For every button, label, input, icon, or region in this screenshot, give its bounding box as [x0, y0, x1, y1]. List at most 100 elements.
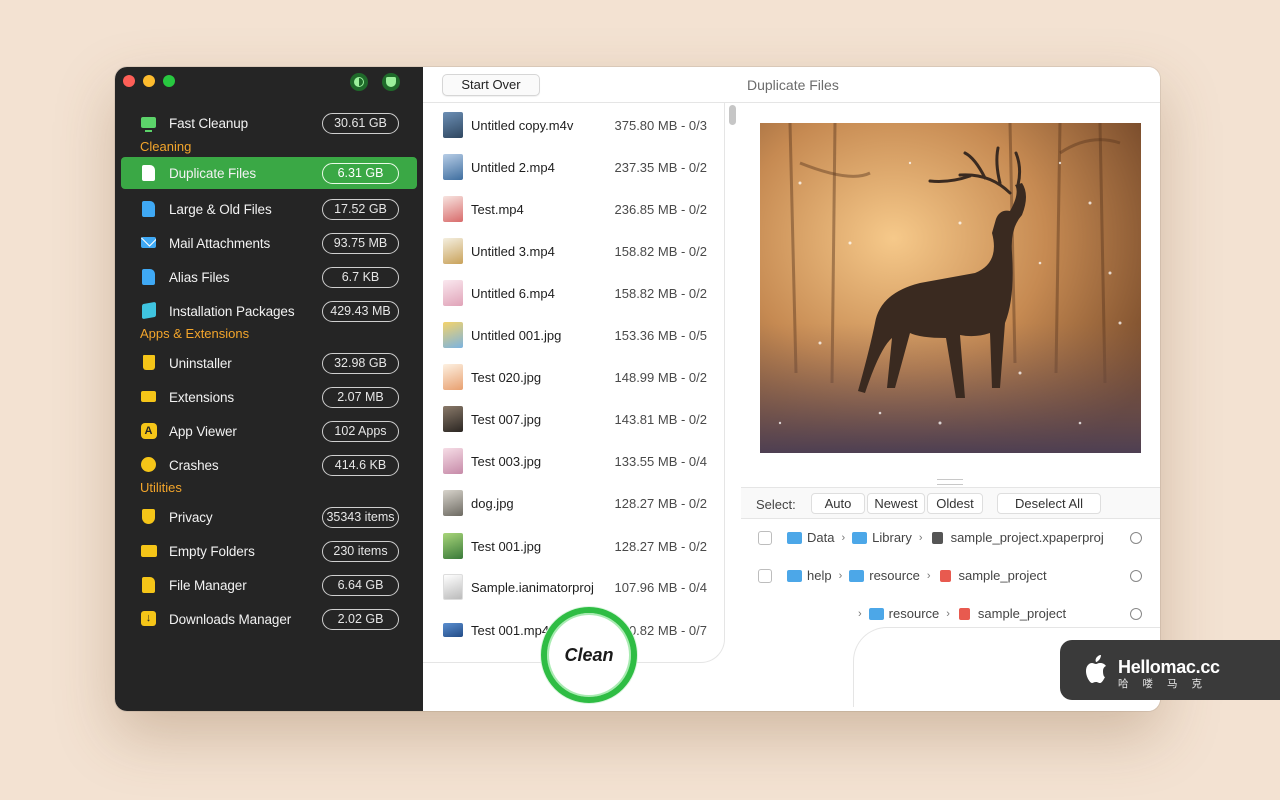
download-icon: ↓	[140, 610, 157, 627]
trash-icon	[140, 354, 157, 371]
zoom-window-button[interactable]	[163, 75, 175, 87]
select-label: Select:	[756, 497, 796, 512]
minimize-window-button[interactable]	[143, 75, 155, 87]
file-size: 237.35 MB - 0/2	[614, 160, 708, 175]
select-auto-button[interactable]: Auto	[811, 493, 865, 514]
duplicate-path-row[interactable]: help › resource › sample_project	[741, 557, 1160, 595]
apple-logo-icon	[1086, 655, 1106, 683]
sidebar-item-label: File Manager	[169, 577, 247, 593]
window-controls	[123, 75, 175, 87]
sidebar-item-installation-packages[interactable]: Installation Packages 429.43 MB	[121, 295, 417, 327]
watermark-title: Hellomac.cc	[1118, 657, 1220, 677]
file-thumbnail	[443, 364, 463, 390]
image-preview	[760, 123, 1141, 453]
sidebar-item-mail-attachments[interactable]: Mail Attachments 93.75 MB	[121, 227, 417, 259]
select-newest-button[interactable]: Newest	[867, 493, 925, 514]
list-item[interactable]: Sample.ianimatorproj 107.96 MB - 0/4	[423, 567, 724, 607]
clean-button-label: Clean	[564, 644, 614, 665]
sidebar-item-label: Extensions	[169, 389, 235, 405]
list-item[interactable]: Test 020.jpg 148.99 MB - 0/2	[423, 357, 724, 397]
list-item[interactable]: Untitled 6.mp4 158.82 MB - 0/2	[423, 273, 724, 313]
project-file-icon	[931, 531, 943, 544]
file-size: 375.80 MB - 0/3	[614, 118, 708, 133]
package-icon	[140, 301, 157, 320]
list-scrollbar[interactable]	[729, 105, 736, 125]
select-oldest-button[interactable]: Oldest	[927, 493, 983, 514]
sidebar-item-privacy[interactable]: Privacy 35343 items	[121, 501, 417, 533]
select-checkbox[interactable]	[758, 569, 772, 583]
sidebar-item-crashes[interactable]: Crashes 414.6 KB	[121, 449, 417, 481]
list-item[interactable]: Test 001.jpg 128.27 MB - 0/2	[423, 526, 724, 566]
chevron-right-icon: ›	[858, 607, 862, 620]
sidebar-item-app-viewer[interactable]: A App Viewer 102 Apps	[121, 415, 417, 447]
file-name: Test.mp4	[471, 202, 524, 217]
file-size: 158.82 MB - 0/2	[614, 286, 708, 301]
deselect-all-button[interactable]: Deselect All	[997, 493, 1101, 514]
titlebar: Start Over Duplicate Files	[423, 67, 1160, 103]
file-size: 143.81 MB - 0/2	[614, 412, 708, 427]
chevron-right-icon: ›	[841, 531, 846, 544]
chevron-right-icon: ›	[838, 569, 843, 582]
sidebar-item-empty-folders[interactable]: Empty Folders 230 items	[121, 535, 417, 567]
file-size: 107.96 MB - 0/4	[614, 580, 708, 595]
reveal-in-finder-icon[interactable]	[1130, 570, 1142, 582]
sidebar-item-label: Uninstaller	[169, 355, 232, 371]
clean-button[interactable]: Clean	[541, 607, 637, 703]
list-item[interactable]: Test.mp4 236.85 MB - 0/2	[423, 189, 724, 229]
reveal-in-finder-icon[interactable]	[1130, 532, 1142, 544]
list-item[interactable]: Untitled 3.mp4 158.82 MB - 0/2	[423, 231, 724, 271]
breadcrumb: › resource › sample_project	[851, 606, 1066, 621]
sidebar-item-large-old-files[interactable]: Large & Old Files 17.52 GB	[121, 193, 417, 225]
file-name: Test 003.jpg	[471, 454, 542, 469]
start-over-button[interactable]: Start Over	[442, 74, 540, 96]
theme-toggle-icon[interactable]	[350, 73, 368, 91]
file-thumbnail	[443, 280, 463, 306]
section-heading-cleaning: Cleaning	[140, 139, 192, 154]
sidebar-item-label: Installation Packages	[169, 303, 295, 319]
pane-resize-handle[interactable]	[937, 479, 963, 485]
breadcrumb-folder: resource	[869, 568, 920, 583]
list-item[interactable]: Test 007.jpg 143.81 MB - 0/2	[423, 399, 724, 439]
duplicate-file-list[interactable]: Untitled copy.m4v 375.80 MB - 0/3 Untitl…	[423, 103, 725, 663]
sidebar-item-size: 429.43 MB	[322, 300, 399, 322]
sidebar-item-duplicate-files[interactable]: Duplicate Files 6.31 GB	[121, 157, 417, 189]
sidebar-item-file-manager[interactable]: File Manager 6.64 GB	[121, 569, 417, 601]
protection-icon[interactable]	[382, 73, 400, 91]
file-thumbnail	[443, 574, 463, 600]
monitor-icon	[140, 114, 157, 132]
list-item[interactable]: Test 003.jpg 133.55 MB - 0/4	[423, 441, 724, 481]
list-item[interactable]: Untitled 001.jpg 153.36 MB - 0/5	[423, 315, 724, 355]
preview-pane	[741, 103, 1160, 487]
breadcrumb-file: sample_project	[958, 568, 1047, 583]
breadcrumb-file: sample_project.xpaperproj	[950, 530, 1104, 545]
breadcrumb: Data › Library › sample_project.xpaperpr…	[787, 530, 1104, 545]
file-thumbnail	[443, 623, 463, 637]
breadcrumb-folder: resource	[888, 606, 940, 621]
sidebar-item-uninstaller[interactable]: Uninstaller 32.98 GB	[121, 347, 417, 379]
close-window-button[interactable]	[123, 75, 135, 87]
sidebar-item-size: 35343 items	[322, 506, 399, 528]
file-thumbnail	[443, 406, 463, 432]
list-item[interactable]: Untitled 2.mp4 237.35 MB - 0/2	[423, 147, 724, 187]
file-size: 133.55 MB - 0/4	[614, 454, 708, 469]
list-item[interactable]: dog.jpg 128.27 MB - 0/2	[423, 483, 724, 523]
list-item[interactable]: Untitled copy.m4v 375.80 MB - 0/3	[423, 105, 724, 145]
duplicate-path-row[interactable]: Data › Library › sample_project.xpaperpr…	[741, 519, 1160, 557]
sidebar-item-size: 414.6 KB	[322, 454, 399, 476]
window-title: Duplicate Files	[747, 77, 839, 93]
watermark-subtitle: 哈喽马克	[1118, 678, 1216, 690]
sidebar-item-extensions[interactable]: Extensions 2.07 MB	[121, 381, 417, 413]
file-size: 128.27 MB - 0/2	[614, 496, 708, 511]
sidebar-item-downloads-manager[interactable]: ↓ Downloads Manager 2.02 GB	[121, 603, 417, 635]
sidebar-item-label: Large & Old Files	[169, 201, 272, 217]
file-size: 90.82 MB - 0/7	[621, 623, 707, 638]
folder-icon	[787, 569, 802, 582]
folder-icon	[140, 542, 157, 559]
sidebar-item-fast-cleanup[interactable]: Fast Cleanup 30.61 GB	[121, 107, 417, 139]
large-file-icon	[140, 200, 157, 217]
file-size: 236.85 MB - 0/2	[614, 202, 708, 217]
select-checkbox[interactable]	[758, 531, 772, 545]
file-thumbnail	[443, 322, 463, 348]
sidebar-item-alias-files[interactable]: Alias Files 6.7 KB	[121, 261, 417, 293]
reveal-in-finder-icon[interactable]	[1130, 608, 1142, 620]
